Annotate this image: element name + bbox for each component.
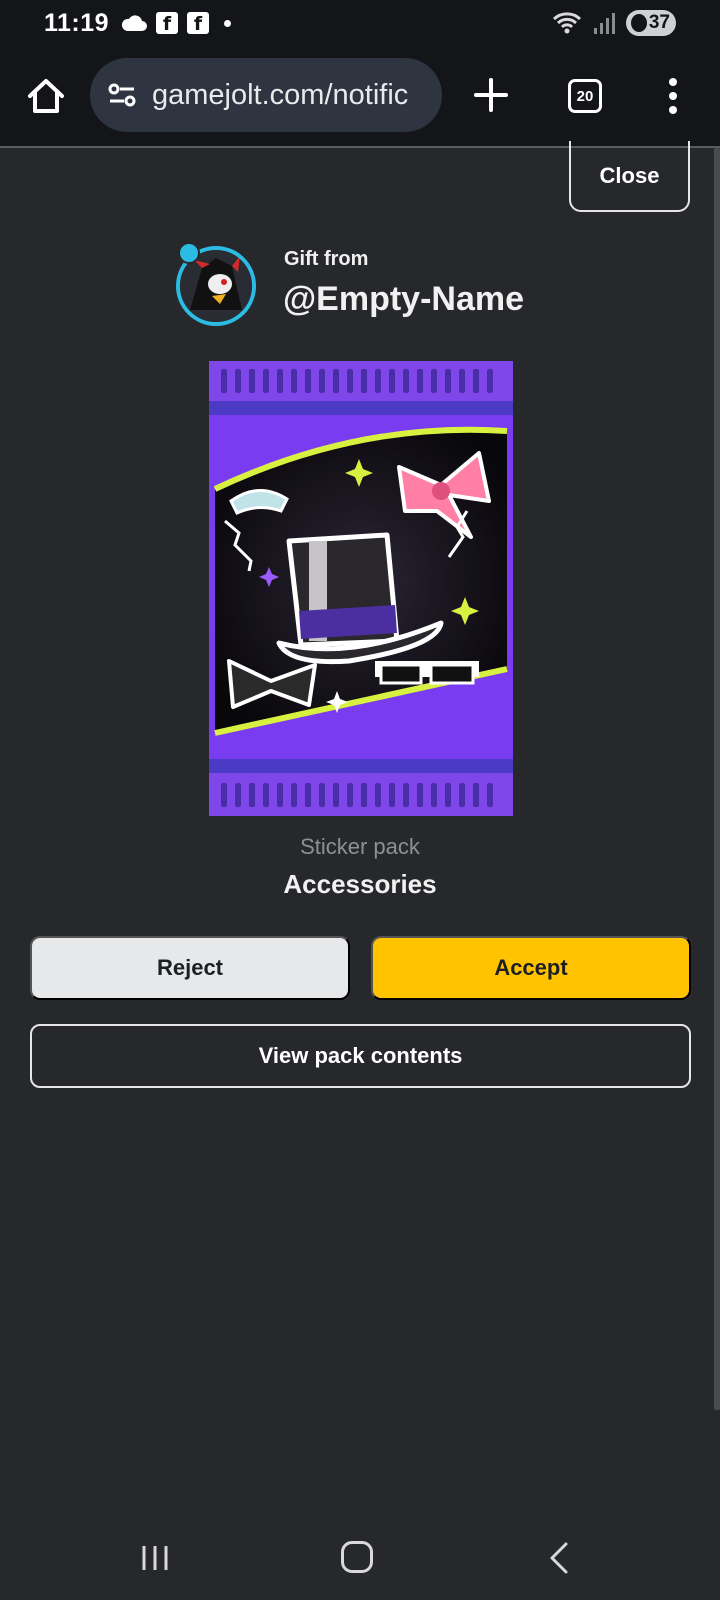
- address-bar[interactable]: gamejolt.com/notific: [90, 58, 442, 132]
- reject-button[interactable]: Reject: [30, 936, 350, 1000]
- home-icon[interactable]: [26, 76, 66, 116]
- close-button[interactable]: Close: [569, 141, 690, 212]
- dot-icon: [224, 19, 232, 27]
- gift-username[interactable]: @Empty-Name: [283, 280, 524, 319]
- battery-saver-icon: [631, 14, 647, 32]
- more-menu-icon[interactable]: [666, 76, 680, 116]
- pack-name: Accessories: [283, 869, 437, 899]
- scrollbar[interactable]: [714, 148, 720, 1410]
- back-icon[interactable]: [548, 1541, 570, 1575]
- site-settings-icon[interactable]: [106, 79, 138, 111]
- status-time: 11:19: [44, 8, 110, 37]
- status-right-icons: 37: [552, 10, 676, 36]
- tab-switcher-button[interactable]: 20: [568, 79, 602, 113]
- status-left-icons: f f: [121, 12, 232, 35]
- status-bar: 11:19 f f 37: [0, 0, 720, 46]
- facebook-icon: f: [156, 12, 179, 35]
- new-tab-icon[interactable]: [472, 76, 510, 114]
- facebook-icon: f: [187, 12, 210, 35]
- url-text: gamejolt.com/notific: [152, 78, 409, 111]
- avatar-badge: [178, 242, 200, 264]
- pack-type-label: Sticker pack: [300, 834, 420, 859]
- battery-level: 37: [648, 12, 670, 33]
- accept-button[interactable]: Accept: [371, 936, 691, 1000]
- browser-toolbar: gamejolt.com/notific 20: [0, 46, 720, 148]
- signal-icon: [594, 13, 615, 34]
- gift-from-label: Gift from: [284, 248, 369, 270]
- battery-indicator: 37: [626, 10, 676, 36]
- view-pack-contents-button[interactable]: View pack contents: [30, 1024, 691, 1088]
- system-navigation-bar: [0, 1514, 720, 1600]
- recent-apps-icon[interactable]: [140, 1544, 170, 1572]
- wifi-icon: [552, 12, 582, 34]
- home-nav-icon[interactable]: [341, 1541, 373, 1573]
- sticker-pack-image: [209, 361, 513, 816]
- cloud-icon: [121, 15, 148, 31]
